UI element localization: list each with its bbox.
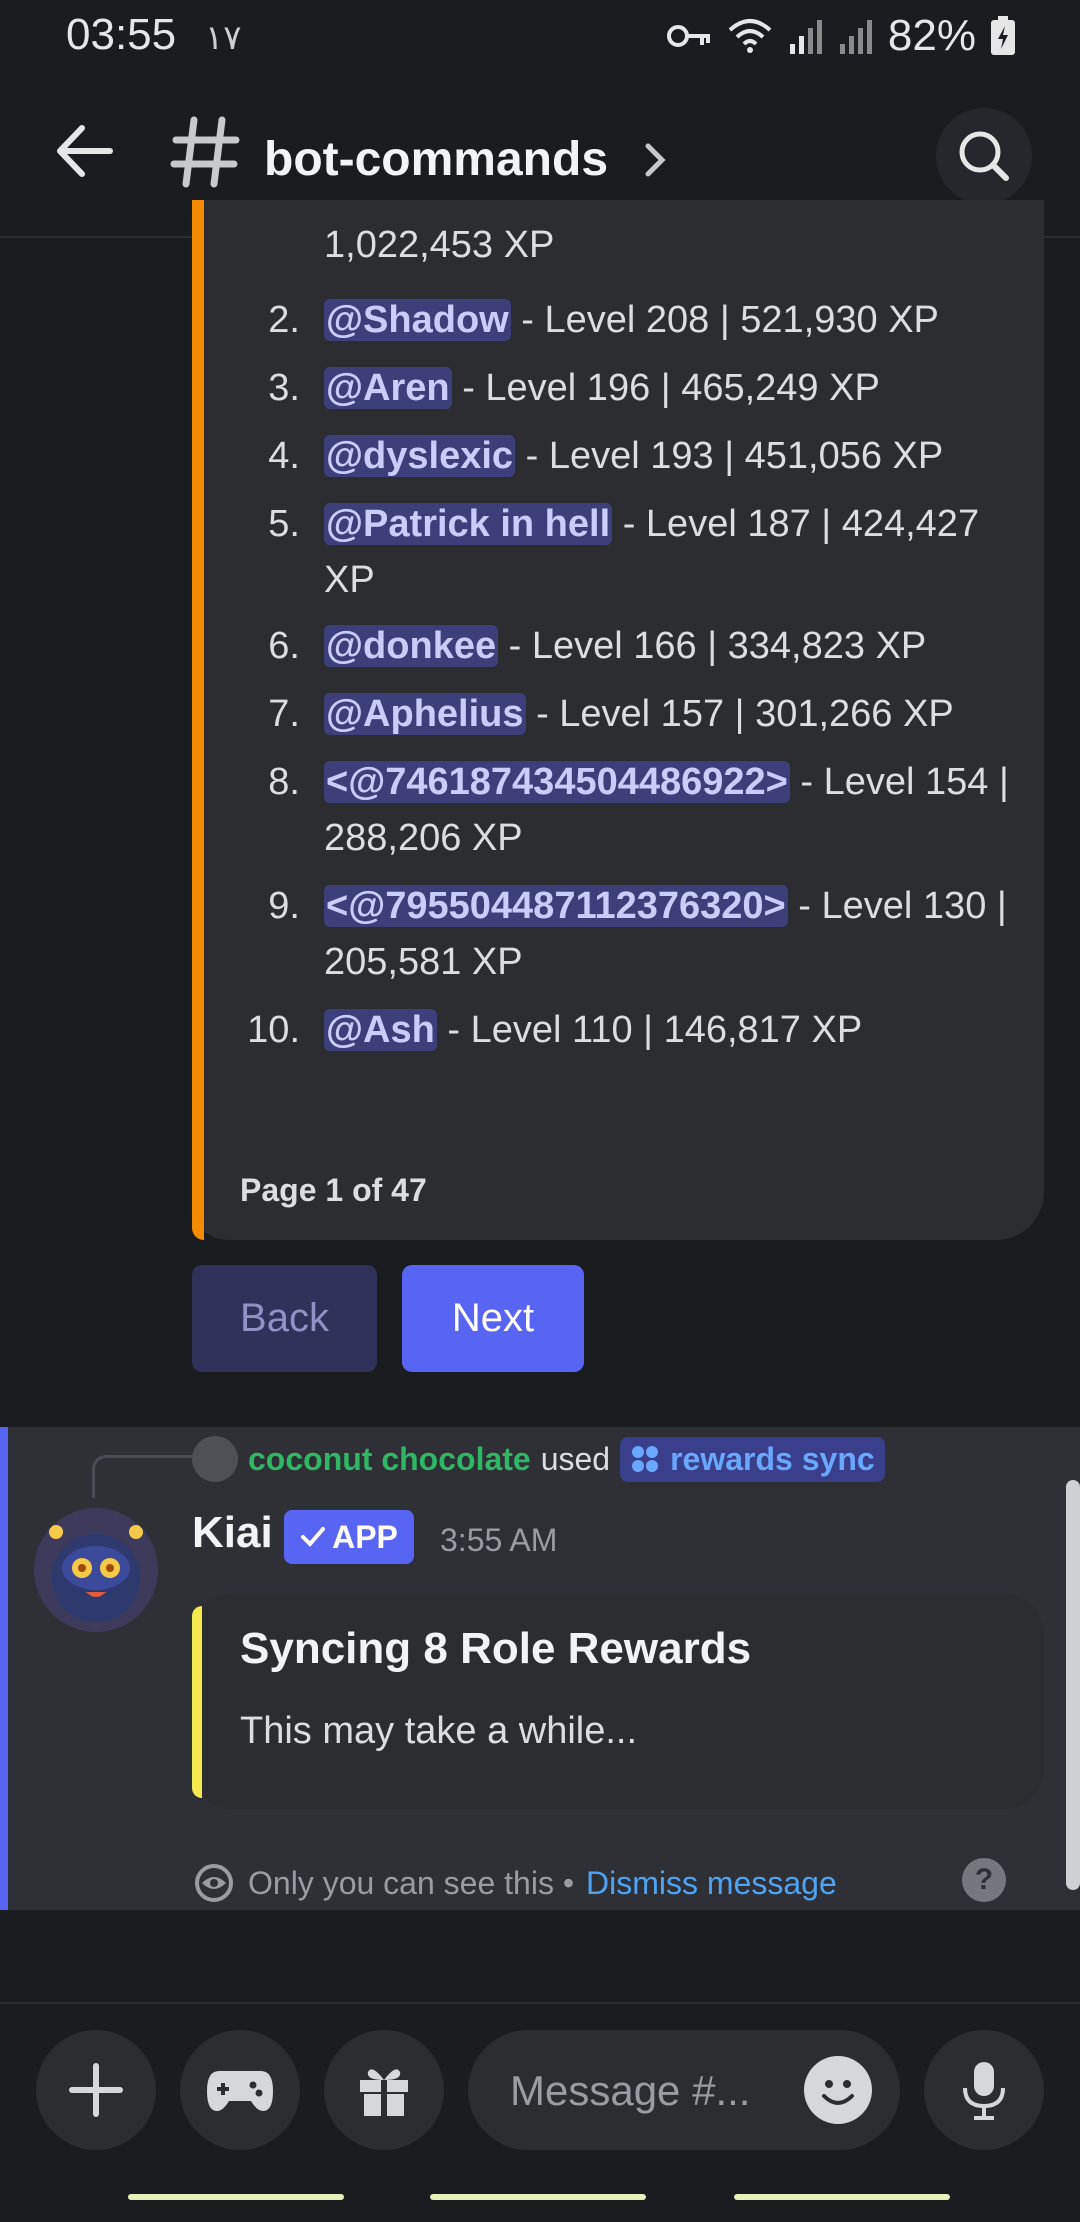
gift-icon	[360, 2069, 408, 2116]
ephemeral-notice: Only you can see this • Dismiss message	[192, 1858, 837, 1908]
row-stats: - Level 208 | 521,930 XP	[510, 299, 939, 341]
row-number: 9.	[268, 885, 300, 927]
checkmark-icon	[301, 1527, 326, 1547]
user-mention[interactable]: @Shadow	[324, 299, 511, 341]
eye-icon	[195, 1864, 233, 1902]
row-number: 3.	[268, 367, 300, 409]
message-input[interactable]	[508, 2062, 772, 2120]
key-icon	[666, 25, 710, 47]
row-number: 6.	[268, 625, 300, 667]
scrollbar-thumb[interactable]	[1066, 1480, 1080, 1890]
nav-gesture-pill[interactable]	[734, 2194, 950, 2200]
status-extra: ١٧	[205, 19, 242, 57]
nav-gesture-pill[interactable]	[430, 2194, 646, 2200]
row-number: 5.	[268, 503, 300, 545]
bot-name[interactable]: Kiai	[192, 1508, 273, 1558]
row-stats: - Level 196 | 465,249 XP	[451, 367, 880, 409]
sync-embed-title: Syncing 8 Role Rewards	[240, 1624, 752, 1673]
row-number: 7.	[268, 693, 300, 735]
app-badge-label: APP	[332, 1518, 398, 1555]
plus-icon	[69, 2063, 123, 2117]
slash-command-icon	[632, 1446, 659, 1472]
nav-gesture-pill[interactable]	[128, 2194, 344, 2200]
gift-button[interactable]	[324, 2030, 444, 2150]
sync-embed-accent-bar	[192, 1606, 202, 1798]
gamepad-icon	[207, 2071, 273, 2111]
app-badge: APP	[284, 1510, 414, 1564]
search-button[interactable]	[936, 108, 1032, 204]
row-number: 4.	[268, 435, 300, 477]
embed-accent-bar	[192, 200, 204, 1240]
back-page-button[interactable]: Back	[192, 1265, 377, 1372]
page-indicator: Page 1 of 47	[240, 1172, 427, 1208]
command-user-avatar[interactable]	[192, 1436, 238, 1482]
status-bar: 03:55 ١٧ 82%	[0, 0, 1080, 72]
emoji-button[interactable]	[804, 2056, 872, 2124]
reply-connector	[92, 1455, 195, 1498]
user-mention[interactable]: <@746187434504486922>	[324, 761, 790, 803]
chevron-right-icon[interactable]	[640, 140, 670, 180]
channel-title[interactable]: bot-commands	[264, 132, 608, 187]
message-timestamp: 3:55 AM	[440, 1522, 558, 1558]
wifi-icon	[728, 19, 772, 53]
command-name: rewards sync	[670, 1440, 875, 1477]
battery-percent: 82%	[887, 11, 976, 60]
used-label: used	[540, 1440, 611, 1477]
help-icon[interactable]: ?	[962, 1858, 1006, 1902]
back-arrow-icon	[57, 125, 113, 177]
message-field	[468, 2030, 900, 2150]
row-number: 8.	[268, 761, 300, 803]
row-number: 10.	[247, 1009, 300, 1051]
emoji-icon	[822, 2080, 854, 2105]
bot-avatar[interactable]	[34, 1508, 158, 1632]
command-pill[interactable]: rewards sync	[620, 1436, 885, 1482]
user-mention[interactable]: @donkee	[324, 625, 499, 667]
next-page-button[interactable]: Next	[402, 1265, 584, 1372]
user-mention[interactable]: @Aphelius	[324, 693, 526, 735]
user-mention[interactable]: @Aren	[324, 367, 452, 409]
user-mention[interactable]: @dyslexic	[324, 435, 516, 477]
ephemeral-note-text: Only you can see this •	[248, 1864, 575, 1901]
back-button[interactable]	[50, 116, 120, 186]
row-stats: - Level 110 | 146,817 XP	[436, 1009, 863, 1051]
microphone-icon	[963, 2062, 1005, 2120]
row-number: 2.	[268, 299, 300, 341]
hash-icon	[170, 112, 240, 192]
add-attachment-button[interactable]	[36, 2030, 156, 2150]
sync-embed-description: This may take a while...	[240, 1710, 638, 1752]
signal-icon	[789, 20, 822, 54]
row-stats: - Level 166 | 334,823 XP	[498, 625, 927, 667]
battery-icon	[991, 16, 1015, 55]
status-time: 03:55	[66, 10, 177, 59]
user-mention[interactable]: <@795504487112376320>	[324, 885, 788, 927]
user-mention[interactable]: @Ash	[324, 1009, 437, 1051]
row-stats: - Level 157 | 301,266 XP	[525, 693, 954, 735]
command-invocation: coconut chocolate used rewards sync	[192, 1434, 885, 1484]
dismiss-message-link[interactable]: Dismiss message	[586, 1865, 837, 1902]
row-stats: - Level 193 | 451,056 XP	[515, 435, 944, 477]
signal-icon-2	[839, 20, 872, 54]
voice-message-button[interactable]	[924, 2030, 1044, 2150]
search-icon	[959, 131, 1009, 181]
activities-button[interactable]	[180, 2030, 300, 2150]
leaderboard-cutoff-text: 1,022,453 XP	[324, 224, 555, 266]
status-icons: 82%	[666, 10, 1016, 62]
user-mention[interactable]: @Patrick in hell	[324, 503, 613, 545]
ephemeral-highlight-bar	[0, 1427, 8, 1910]
command-user-name[interactable]: coconut chocolate	[248, 1441, 531, 1478]
